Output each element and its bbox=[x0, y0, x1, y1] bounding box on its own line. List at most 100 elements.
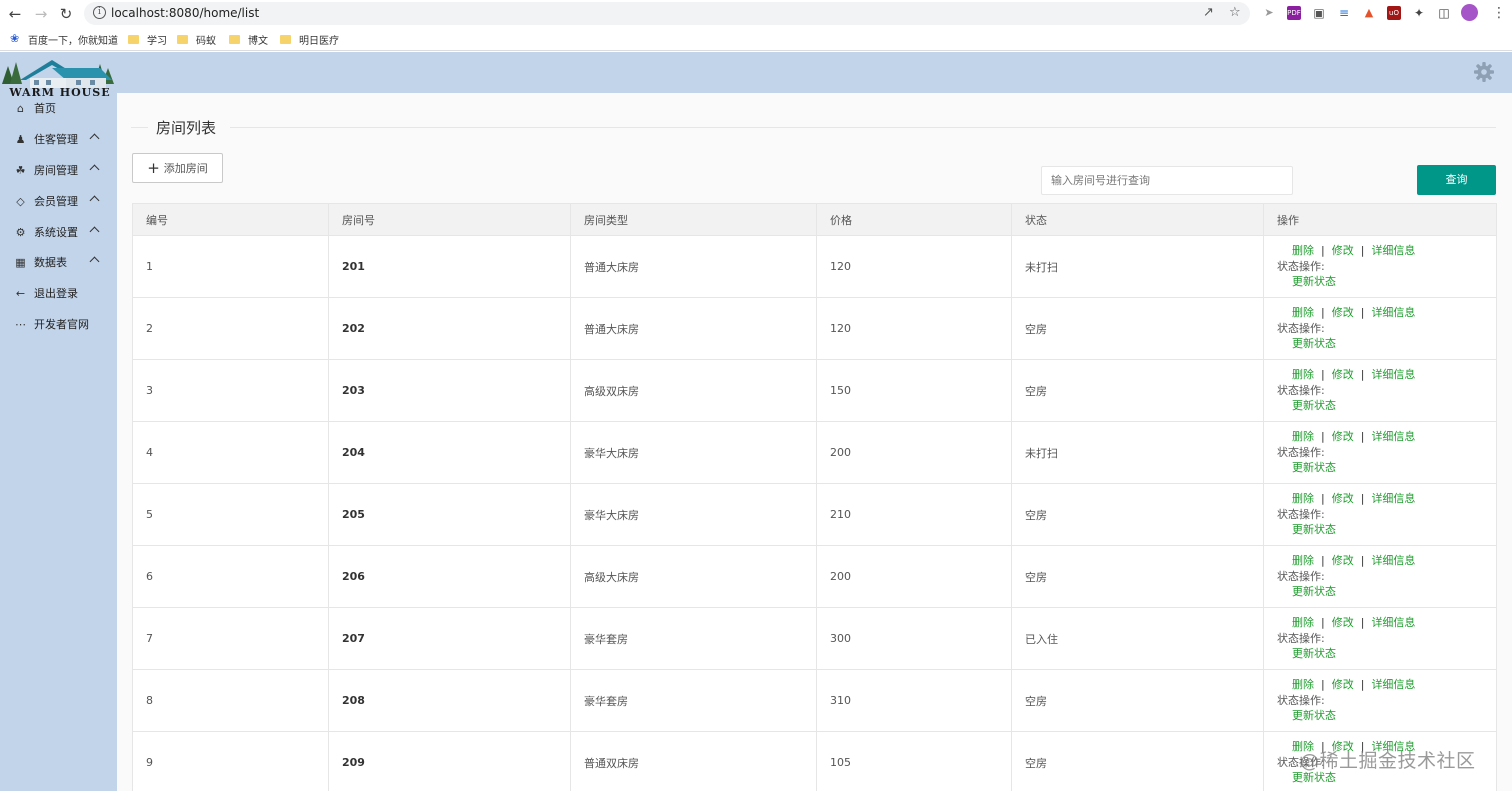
status-ops-label: 状态操作: bbox=[1277, 507, 1325, 521]
edit-link[interactable]: 修改 bbox=[1332, 678, 1354, 691]
sidebar-item-home[interactable]: ⌂ 首页 bbox=[0, 98, 117, 118]
sidebar-item-rooms[interactable]: ☘ 房间管理 bbox=[0, 160, 117, 180]
cell-room-type: 普通大床房 bbox=[570, 297, 817, 360]
edit-link[interactable]: 修改 bbox=[1332, 492, 1354, 505]
cell-status: 空房 bbox=[1011, 669, 1264, 732]
profile-avatar[interactable] bbox=[1461, 4, 1478, 21]
details-link[interactable]: 详细信息 bbox=[1371, 616, 1415, 629]
update-status-link[interactable]: 更新状态 bbox=[1292, 709, 1336, 722]
bookmark-star-icon[interactable]: ☆ bbox=[1229, 5, 1241, 20]
update-status-link[interactable]: 更新状态 bbox=[1292, 647, 1336, 660]
cell-room-number: 203 bbox=[328, 359, 571, 422]
bookmarks-bar: ❀ 百度一下，你就知道 学习 码蚁 博文 明日医疗 bbox=[0, 27, 1512, 51]
sidebar-item-members[interactable]: ◇ 会员管理 bbox=[0, 191, 117, 211]
cell-actions: 删除 | 修改 | 详细信息状态操作: 更新状态 bbox=[1263, 545, 1497, 608]
sidebar-item-label: 系统设置 bbox=[34, 226, 78, 239]
bookmark-folder-mingri[interactable]: 明日医疗 bbox=[280, 32, 339, 47]
bookmark-folder-bowen[interactable]: 博文 bbox=[229, 32, 268, 47]
delete-link[interactable]: 删除 bbox=[1292, 306, 1314, 319]
delete-link[interactable]: 删除 bbox=[1292, 678, 1314, 691]
cell-status: 空房 bbox=[1011, 545, 1264, 608]
separator: | bbox=[1321, 244, 1325, 258]
settings-gear-icon[interactable] bbox=[1473, 61, 1495, 83]
details-link[interactable]: 详细信息 bbox=[1371, 244, 1415, 257]
query-button[interactable]: 查询 bbox=[1417, 165, 1496, 195]
cursor-extension-icon[interactable]: ➤ bbox=[1262, 6, 1276, 20]
add-room-button[interactable]: + 添加房间 bbox=[132, 153, 223, 183]
status-ops-label: 状态操作: bbox=[1277, 569, 1325, 583]
update-status-link[interactable]: 更新状态 bbox=[1292, 337, 1336, 350]
bookmark-folder-study[interactable]: 学习 bbox=[128, 32, 167, 47]
table-row: 2 202 普通大床房 120 空房 删除 | 修改 | 详细信息 状态操作: 更新状态 bbox=[132, 297, 1497, 360]
reload-icon[interactable]: ↻ bbox=[57, 5, 75, 23]
update-status-link[interactable]: 更新状态 bbox=[1292, 399, 1336, 412]
delete-link[interactable]: 删除 bbox=[1292, 492, 1314, 505]
address-url[interactable]: localhost:8080/home/list bbox=[111, 6, 259, 20]
bookmark-label: 明日医疗 bbox=[299, 35, 339, 47]
edit-link[interactable]: 修改 bbox=[1332, 244, 1354, 257]
forward-icon[interactable]: → bbox=[32, 5, 50, 23]
sidebar-item-settings[interactable]: ⚙ 系统设置 bbox=[0, 222, 117, 242]
update-status-link[interactable]: 更新状态 bbox=[1292, 523, 1336, 536]
ublock-extension-icon[interactable]: uO bbox=[1387, 6, 1401, 20]
separator: | bbox=[1360, 616, 1365, 630]
update-status-link[interactable]: 更新状态 bbox=[1292, 461, 1336, 474]
delete-link[interactable]: 删除 bbox=[1292, 430, 1314, 443]
layers-extension-icon[interactable]: ≡ bbox=[1337, 6, 1351, 20]
cell-room-type: 高级双床房 bbox=[570, 359, 817, 422]
bookmark-label: 百度一下，你就知道 bbox=[28, 35, 118, 47]
update-status-link[interactable]: 更新状态 bbox=[1292, 585, 1336, 598]
share-icon[interactable]: ↗ bbox=[1203, 5, 1214, 20]
cell-price: 310 bbox=[816, 669, 1012, 732]
update-status-link[interactable]: 更新状态 bbox=[1292, 275, 1336, 288]
cell-id: 5 bbox=[132, 483, 329, 546]
tab-extension-icon[interactable]: ▣ bbox=[1312, 6, 1326, 20]
back-icon[interactable]: ← bbox=[6, 5, 24, 23]
pdf-extension-icon[interactable]: PDF bbox=[1287, 6, 1301, 20]
chevron-up-icon bbox=[89, 256, 100, 267]
separator: | bbox=[1321, 554, 1325, 568]
delete-link[interactable]: 删除 bbox=[1292, 368, 1314, 381]
details-link[interactable]: 详细信息 bbox=[1371, 492, 1415, 505]
browser-toolbar: ← → ↻ i localhost:8080/home/list ↗ ☆ ➤ P… bbox=[0, 0, 1512, 27]
diamond-icon: ◇ bbox=[16, 194, 25, 208]
cell-id: 6 bbox=[132, 545, 329, 608]
browser-menu-icon[interactable]: ⋮ bbox=[1492, 4, 1506, 22]
details-link[interactable]: 详细信息 bbox=[1371, 678, 1415, 691]
bookmark-baidu[interactable]: ❀ 百度一下，你就知道 bbox=[10, 32, 118, 47]
update-status-link[interactable]: 更新状态 bbox=[1292, 771, 1336, 784]
delete-link[interactable]: 删除 bbox=[1292, 244, 1314, 257]
red-extension-icon[interactable]: ▲ bbox=[1362, 6, 1376, 20]
sidepanel-icon[interactable]: ◫ bbox=[1437, 6, 1451, 20]
sidebar-item-guests[interactable]: ♟ 住客管理 bbox=[0, 129, 117, 149]
bookmark-folder-mayi[interactable]: 码蚁 bbox=[177, 32, 216, 47]
cell-room-number: 201 bbox=[328, 235, 571, 298]
site-info-icon[interactable]: i bbox=[93, 6, 106, 19]
separator: | bbox=[1360, 244, 1365, 258]
room-search-input[interactable] bbox=[1041, 166, 1293, 195]
details-link[interactable]: 详细信息 bbox=[1371, 306, 1415, 319]
delete-link[interactable]: 删除 bbox=[1292, 554, 1314, 567]
sidebar-item-datatable[interactable]: ▦ 数据表 bbox=[0, 252, 117, 272]
sidebar-item-developer[interactable]: ⋯ 开发者官网 bbox=[0, 314, 117, 334]
plus-icon: + bbox=[147, 159, 160, 177]
sidebar-item-logout[interactable]: ← 退出登录 bbox=[0, 283, 117, 303]
sidebar-item-label: 首页 bbox=[34, 102, 56, 115]
details-link[interactable]: 详细信息 bbox=[1371, 554, 1415, 567]
logo-text: WARM HOUSE bbox=[8, 86, 110, 98]
details-link[interactable]: 详细信息 bbox=[1371, 368, 1415, 381]
delete-link[interactable]: 删除 bbox=[1292, 616, 1314, 629]
details-link[interactable]: 详细信息 bbox=[1371, 430, 1415, 443]
rooms-table: 编号 房间号 房间类型 价格 状态 操作 1 201 普通大床房 120 未打扫 删除 | 修… bbox=[132, 203, 1497, 791]
edit-link[interactable]: 修改 bbox=[1332, 616, 1354, 629]
divider bbox=[131, 127, 148, 128]
sidebar-item-label: 会员管理 bbox=[34, 195, 78, 208]
separator: | bbox=[1360, 554, 1365, 568]
puzzle-extensions-icon[interactable]: ✦ bbox=[1412, 6, 1426, 20]
cell-room-type: 豪华大床房 bbox=[570, 483, 817, 546]
edit-link[interactable]: 修改 bbox=[1332, 368, 1354, 381]
edit-link[interactable]: 修改 bbox=[1332, 306, 1354, 319]
edit-link[interactable]: 修改 bbox=[1332, 430, 1354, 443]
edit-link[interactable]: 修改 bbox=[1332, 554, 1354, 567]
address-bar[interactable]: i localhost:8080/home/list ↗ ☆ bbox=[84, 2, 1250, 25]
